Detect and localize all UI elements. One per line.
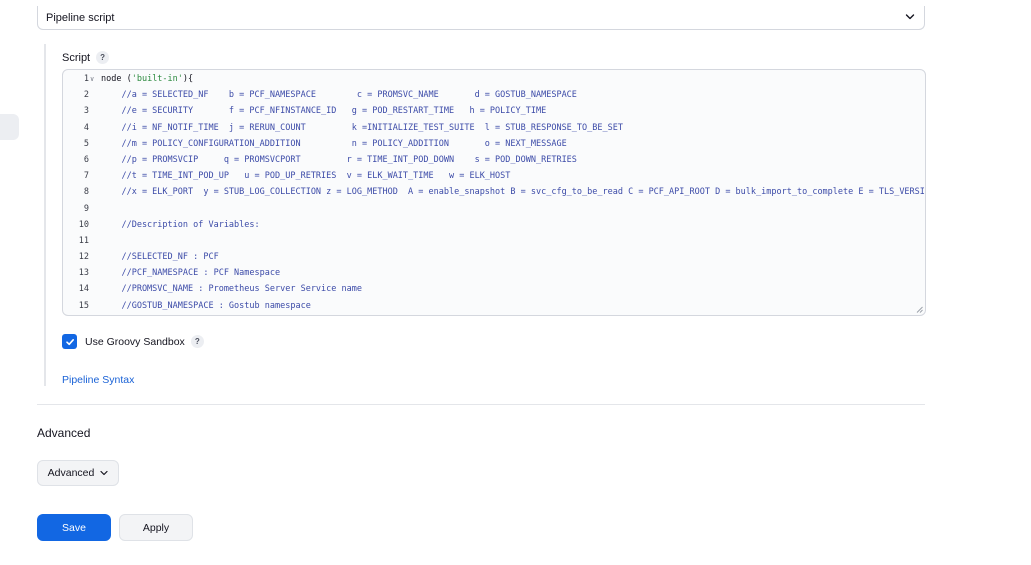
code-string: 'built-in' — [131, 74, 183, 84]
code-token: ){ — [182, 74, 194, 84]
code-line: 1 ∨ node ('built-in'){ — [63, 71, 925, 87]
line-number: 5 — [83, 138, 89, 149]
checkmark-icon — [65, 338, 74, 345]
code-line: 13 //PCF_NAMESPACE : PCF Namespace — [63, 265, 925, 281]
code-text: //PROMSVC_NAME : Prometheus Server Servi… — [101, 284, 362, 295]
sandbox-checkbox[interactable] — [62, 334, 77, 349]
code-text: //x = ELK_PORT y = STUB_LOG_COLLECTION z… — [101, 187, 926, 198]
line-number: 3 — [83, 106, 89, 117]
script-help-icon[interactable]: ? — [96, 51, 110, 64]
line-number: 2 — [83, 90, 89, 101]
script-section: Script ? 1 ∨ node ('built-in'){2 //a = SEL… — [44, 44, 926, 386]
line-number: 6 — [83, 154, 89, 165]
code-line: 10 //Description of Variables: — [63, 217, 925, 233]
definition-select[interactable]: Pipeline script — [37, 6, 925, 30]
line-number: 9 — [83, 203, 89, 214]
code-text: //i = NF_NOTIF_TIME j = RERUN_COUNT k =I… — [101, 122, 623, 133]
code-line: 6 //p = PROMSVCIP q = PROMSVCPORT r = TI… — [63, 152, 925, 168]
sandbox-label: Use Groovy Sandbox — [85, 335, 185, 348]
line-number: 12 — [78, 252, 89, 263]
advanced-button-label: Advanced — [47, 467, 95, 479]
code-text: //m = POLICY_CONFIGURATION_ADDITION n = … — [101, 138, 567, 149]
code-text: node ('built-in'){ — [101, 71, 193, 87]
resize-handle-icon[interactable] — [916, 306, 923, 313]
sandbox-help-icon[interactable]: ? — [190, 335, 204, 348]
code-line: 11 — [63, 233, 925, 249]
line-number: 15 — [78, 300, 89, 311]
advanced-heading: Advanced — [37, 426, 91, 440]
code-text: //a = SELECTED_NF b = PCF_NAMESPACE c = … — [101, 90, 577, 101]
script-editor[interactable]: 1 ∨ node ('built-in'){2 //a = SELECTED_NF … — [62, 69, 926, 316]
line-number: 1 — [83, 74, 89, 84]
save-button[interactable]: Save — [37, 514, 111, 541]
line-number: 11 — [78, 235, 89, 246]
code-text: //e = SECURITY f = PCF_NFINSTANCE_ID g =… — [101, 106, 547, 117]
code-line: 9 — [63, 201, 925, 217]
fold-chevron-icon[interactable]: ∨ — [90, 71, 94, 87]
line-number: 14 — [78, 284, 89, 295]
section-divider — [37, 404, 925, 405]
code-line: 5 //m = POLICY_CONFIGURATION_ADDITION n … — [63, 136, 925, 152]
code-text: //PCF_NAMESPACE : PCF Namespace — [101, 268, 281, 279]
code-text: //p = PROMSVCIP q = PROMSVCPORT r = TIME… — [101, 154, 577, 165]
sandbox-row: Use Groovy Sandbox ? — [62, 334, 204, 349]
line-number: 13 — [78, 268, 89, 279]
pipeline-syntax-link[interactable]: Pipeline Syntax — [62, 374, 134, 386]
line-number: 8 — [83, 187, 89, 198]
apply-button[interactable]: Apply — [119, 514, 193, 541]
chevron-down-icon — [100, 470, 108, 476]
side-panel-tab[interactable] — [0, 114, 19, 140]
code-line: 4 //i = NF_NOTIF_TIME j = RERUN_COUNT k … — [63, 120, 925, 136]
code-line: 14 //PROMSVC_NAME : Prometheus Server Se… — [63, 281, 925, 297]
line-number: 7 — [83, 171, 89, 182]
line-number: 10 — [78, 219, 89, 230]
code-text: //Description of Variables: — [101, 219, 260, 230]
code-lines: 1 ∨ node ('built-in'){2 //a = SELECTED_NF … — [63, 71, 925, 314]
code-line: 8 //x = ELK_PORT y = STUB_LOG_COLLECTION… — [63, 184, 925, 200]
code-line: 3 //e = SECURITY f = PCF_NFINSTANCE_ID g… — [63, 103, 925, 119]
code-text: //t = TIME_INT_POD_UP u = POD_UP_RETRIES… — [101, 171, 511, 182]
code-line: 7 //t = TIME_INT_POD_UP u = POD_UP_RETRI… — [63, 168, 925, 184]
chevron-down-icon — [905, 14, 915, 20]
script-label-row: Script ? — [62, 51, 110, 64]
advanced-button[interactable]: Advanced — [37, 460, 119, 486]
code-line: 15 //GOSTUB_NAMESPACE : Gostub namespace — [63, 298, 925, 314]
code-line: 2 //a = SELECTED_NF b = PCF_NAMESPACE c … — [63, 87, 925, 103]
code-text: //SELECTED_NF : PCF — [101, 252, 219, 263]
script-label: Script — [62, 51, 91, 64]
definition-select-value: Pipeline script — [46, 11, 115, 24]
code-line: 12 //SELECTED_NF : PCF — [63, 249, 925, 265]
code-text: //GOSTUB_NAMESPACE : Gostub namespace — [101, 300, 311, 311]
code-token: node ( — [101, 74, 132, 84]
line-number: 4 — [83, 122, 89, 133]
